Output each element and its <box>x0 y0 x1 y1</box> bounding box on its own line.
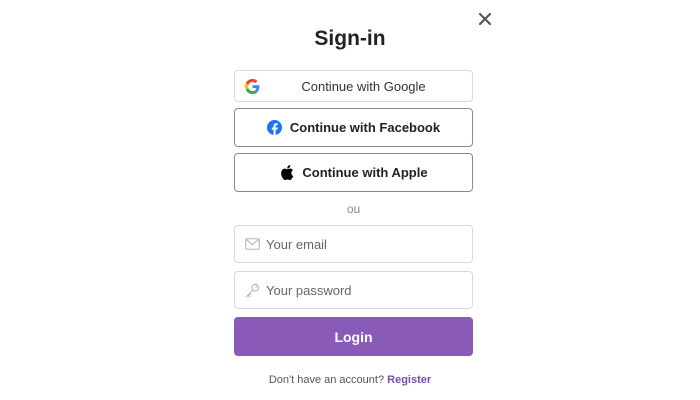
password-field[interactable] <box>234 271 473 309</box>
continue-with-google-button[interactable]: Continue with Google <box>234 70 473 102</box>
apple-button-label: Continue with Apple <box>302 165 428 180</box>
email-field[interactable] <box>234 225 473 263</box>
continue-with-facebook-button[interactable]: Continue with Facebook <box>234 108 473 147</box>
page-title: Sign-in <box>314 27 386 50</box>
login-button[interactable]: Login <box>234 317 473 356</box>
close-icon <box>478 12 492 26</box>
google-button-label: Continue with Google <box>301 78 426 94</box>
password-input[interactable] <box>266 282 456 298</box>
facebook-button-label: Continue with Facebook <box>289 120 441 135</box>
google-icon <box>245 79 260 94</box>
register-prompt: Don't have an account? Register <box>0 373 700 387</box>
key-icon <box>244 282 260 298</box>
or-divider: ou <box>346 202 361 216</box>
envelope-icon <box>244 236 260 252</box>
email-input[interactable] <box>266 236 456 252</box>
apple-icon <box>279 165 294 180</box>
register-link[interactable]: Register <box>387 374 431 386</box>
register-prompt-text: Don't have an account? <box>268 374 385 386</box>
sign-in-modal: Sign-in Continue with Google Continue wi… <box>0 0 700 400</box>
continue-with-apple-button[interactable]: Continue with Apple <box>234 153 473 192</box>
facebook-icon <box>266 120 282 135</box>
